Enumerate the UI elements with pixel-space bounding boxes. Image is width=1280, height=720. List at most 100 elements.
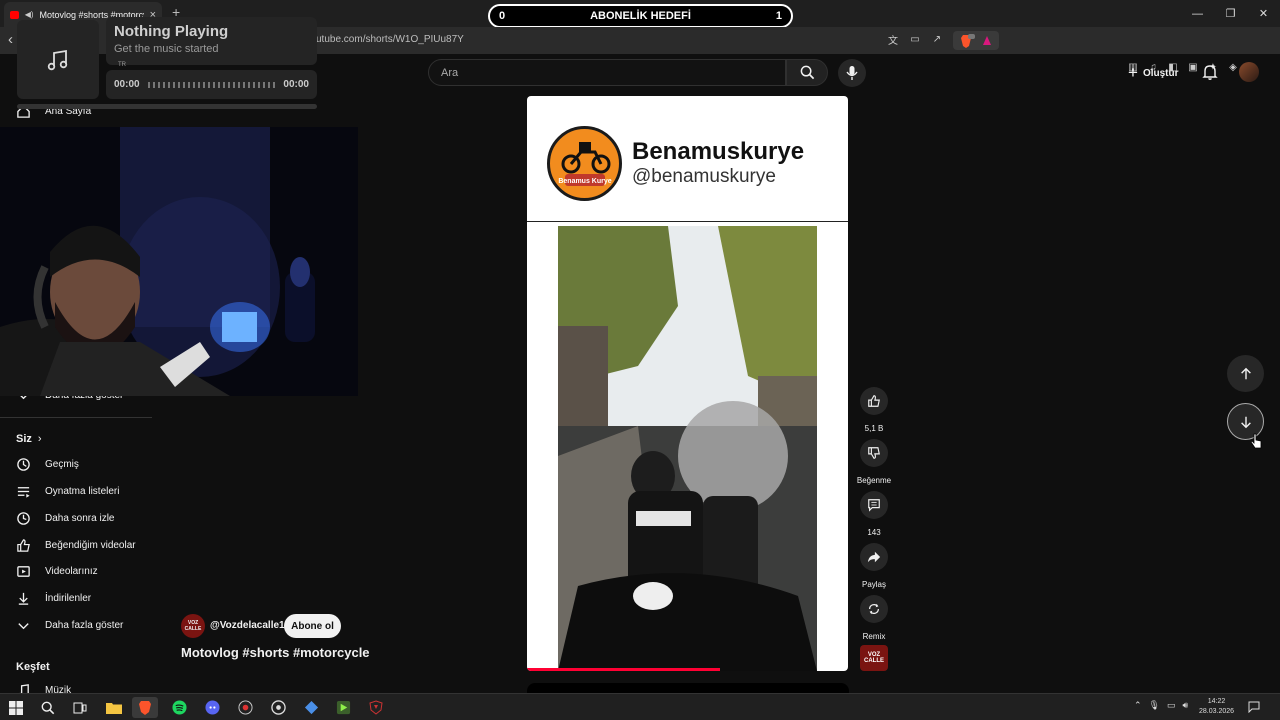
- music-widget-info: Nothing Playing Get the music started: [106, 17, 317, 65]
- channel-name[interactable]: @Vozdelacalle1: [210, 620, 285, 631]
- create-button[interactable]: + Oluştur: [1128, 63, 1179, 83]
- tray-volume-icon[interactable]: 🔊︎: [1183, 700, 1189, 711]
- download-icon: [18, 592, 29, 605]
- sidebar-item-label: Videolarınız: [45, 566, 98, 577]
- you-heading-label: Siz: [16, 433, 32, 445]
- dislike-button[interactable]: [860, 439, 888, 467]
- cast-icon[interactable]: ▭: [908, 32, 922, 46]
- obs-taskbar-button[interactable]: [232, 697, 258, 718]
- search-button[interactable]: [786, 59, 828, 86]
- dislike-label: Beğenme: [856, 476, 892, 485]
- sidebar-item-watch-later[interactable]: Daha sonra izle: [16, 511, 114, 526]
- sidebar-item-label: Geçmiş: [45, 459, 79, 470]
- tray-network-icon[interactable]: ▭: [1167, 700, 1176, 711]
- tray-expand-icon[interactable]: ⌃: [1134, 700, 1142, 711]
- brave-taskbar-button[interactable]: [132, 697, 158, 718]
- share-label: Paylaş: [861, 580, 886, 589]
- brave-icon: [139, 701, 151, 715]
- taskbar-clock[interactable]: 14:22 28.03.2026: [1199, 697, 1234, 717]
- back-arrow-icon[interactable]: ‹: [8, 31, 13, 48]
- spotify-taskbar-button[interactable]: [166, 697, 192, 718]
- speaker-icon[interactable]: ◀): [25, 10, 34, 19]
- time-start: 00:00: [114, 79, 140, 90]
- search-taskbar-button[interactable]: [35, 697, 61, 718]
- comment-button[interactable]: [860, 491, 888, 519]
- share-page-icon[interactable]: ↗: [930, 32, 944, 46]
- thumbs-up-icon: [868, 395, 880, 407]
- sidebar-item-label: İndirilenler: [45, 593, 92, 604]
- sidebar-item-playlists[interactable]: Oynatma listeleri: [16, 484, 119, 499]
- task-view-icon: [73, 702, 87, 713]
- waveform-track[interactable]: [147, 81, 276, 88]
- system-tray: ⌃ 🎙︎ ▭ 🔊︎: [1134, 700, 1188, 711]
- sidebar-item-show-more-you[interactable]: Daha fazla göster: [16, 618, 123, 633]
- section-heading-you[interactable]: Siz ›: [16, 433, 42, 445]
- share-action[interactable]: Paylaş: [860, 543, 888, 589]
- wallet-icon[interactable]: ▣: [1186, 60, 1200, 74]
- windows-logo-icon: [9, 700, 23, 715]
- search-icon: [800, 65, 814, 80]
- security-taskbar-button[interactable]: [363, 697, 389, 718]
- voice-search-button[interactable]: [838, 59, 866, 87]
- sidebar-item-label: Daha fazla göster: [45, 620, 124, 631]
- sidebar-item-your-videos[interactable]: Videolarınız: [16, 564, 98, 579]
- sidebar-item-downloads[interactable]: İndirilenler: [16, 591, 91, 606]
- translate-icon[interactable]: 文: [886, 32, 900, 47]
- shield-icon: [369, 700, 383, 715]
- steam-taskbar-button[interactable]: [265, 697, 291, 718]
- chevron-right-icon: ›: [37, 433, 42, 445]
- account-avatar[interactable]: [1239, 62, 1259, 82]
- music-widget-subtitle: Get the music started: [114, 43, 219, 55]
- create-label: Oluştur: [1142, 67, 1179, 79]
- remix-action[interactable]: Remix: [860, 595, 888, 641]
- restore-icon[interactable]: ❐: [1214, 0, 1247, 27]
- music-note-icon: [47, 49, 68, 70]
- brave-shields-group[interactable]: [953, 31, 999, 50]
- tray-microphone-icon[interactable]: 🎙︎: [1149, 700, 1160, 711]
- comment-action[interactable]: 143: [860, 491, 888, 537]
- logo-text: Benamus Kurye: [558, 178, 611, 185]
- like-action[interactable]: 5,1 B: [860, 387, 888, 433]
- search-input[interactable]: Ara: [428, 59, 786, 86]
- app-taskbar-button[interactable]: [298, 697, 324, 718]
- webcam-overlay: [0, 127, 358, 396]
- vpn-shield-icon[interactable]: ◈: [1226, 60, 1240, 74]
- discord-taskbar-button[interactable]: [199, 697, 225, 718]
- sidebar-item-label: Daha sonra izle: [45, 513, 115, 524]
- spotify-icon: [171, 700, 187, 715]
- sidebar-item-history[interactable]: Geçmiş: [16, 457, 79, 472]
- channel-avatar[interactable]: VOZ CALLE: [181, 614, 205, 638]
- dislike-action[interactable]: Beğenme: [856, 439, 892, 485]
- brave-shield-icon[interactable]: [953, 31, 999, 50]
- video-progress-bar[interactable]: [527, 668, 720, 671]
- music-widget-progress: 00:00 00:00: [106, 70, 317, 99]
- file-explorer-button[interactable]: [101, 697, 127, 718]
- next-short-preview[interactable]: [527, 683, 849, 693]
- like-button[interactable]: [860, 387, 888, 415]
- notification-center-icon[interactable]: [1248, 701, 1260, 713]
- remix-button[interactable]: [860, 595, 888, 623]
- chevron-down-icon: [18, 623, 29, 630]
- street-scene-image: [558, 226, 817, 671]
- music-widget-artwork: [17, 20, 99, 99]
- subscribe-button[interactable]: Abone ol: [284, 614, 341, 638]
- sidebar-item-liked-videos[interactable]: Beğendiğim videolar: [16, 538, 136, 553]
- sidebar-item-label: Oynatma listeleri: [45, 486, 120, 497]
- shorts-video-player[interactable]: Benamus Kurye Benamuskurye @benamuskurye: [527, 96, 848, 671]
- motorcycle-logo-icon: Benamus Kurye: [552, 131, 617, 196]
- play-app-icon: [336, 700, 350, 715]
- share-button[interactable]: [860, 543, 888, 571]
- task-view-button[interactable]: [67, 697, 93, 718]
- video-title[interactable]: Motovlog #shorts #motorcycle: [181, 645, 370, 660]
- like-count: 5,1 B: [864, 424, 884, 433]
- media-taskbar-button[interactable]: [330, 697, 356, 718]
- playlist-icon: [17, 487, 30, 498]
- channel-mini-avatar[interactable]: VOZ CALLE: [860, 645, 888, 671]
- start-button[interactable]: [3, 697, 29, 718]
- folder-icon: [106, 703, 122, 714]
- minimize-icon[interactable]: —: [1181, 0, 1214, 27]
- previous-short-button[interactable]: [1227, 355, 1264, 392]
- notifications-bell-icon[interactable]: [1202, 64, 1218, 80]
- close-window-icon[interactable]: ✕: [1247, 0, 1280, 27]
- url-field[interactable]: utube.com/shorts/W1O_PIUu87Y: [316, 34, 464, 45]
